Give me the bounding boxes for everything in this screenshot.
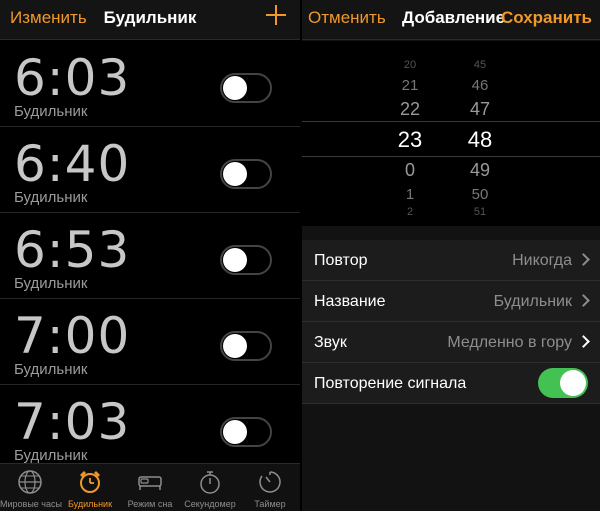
repeat-row[interactable]: Повтор Никогда: [302, 240, 600, 281]
minute-option: 50: [471, 186, 489, 203]
add-alarm-button[interactable]: [264, 3, 288, 27]
hour-option: 20: [403, 59, 417, 71]
alarm-label: Будильник: [14, 361, 88, 378]
minute-option: 51: [473, 206, 487, 218]
alarm-toggle[interactable]: [220, 417, 272, 447]
tab-label: Будильник: [67, 499, 113, 509]
empty-area: [302, 408, 600, 511]
tab-bedtime[interactable]: Режим сна: [120, 464, 180, 511]
tab-bar: Мировые часы Будильник Режим сна Секундо…: [0, 463, 300, 511]
repeat-value: Никогда: [512, 252, 572, 269]
alarm-row[interactable]: 7:03 Будильник: [0, 385, 300, 471]
alarm-label: Будильник: [14, 103, 88, 120]
chevron-right-icon: [577, 335, 590, 348]
cancel-button[interactable]: Отменить: [308, 8, 386, 28]
sound-row[interactable]: Звук Медленно в гору: [302, 322, 600, 363]
alarm-row[interactable]: 6:03 Будильник: [0, 41, 300, 127]
alarm-list-screen: Изменить Будильник 6:03 Будильник 6:40 Б…: [0, 0, 300, 511]
name-label: Название: [314, 293, 386, 310]
snooze-label: Повторение сигнала: [314, 375, 467, 392]
alarm-label: Будильник: [14, 189, 88, 206]
nav-bar: Отменить Добавление Сохранить: [302, 0, 600, 40]
alarm-row[interactable]: 7:00 Будильник: [0, 299, 300, 385]
hour-option: 1: [405, 186, 415, 203]
bed-icon: [138, 476, 162, 490]
minute-option: 49: [469, 160, 491, 180]
hour-option: 2: [406, 206, 414, 218]
tab-world-clock[interactable]: Мировые часы: [0, 464, 62, 511]
alarm-toggle[interactable]: [220, 331, 272, 361]
alarm-toggle[interactable]: [220, 73, 272, 103]
sound-label: Звук: [314, 334, 347, 351]
tab-stopwatch[interactable]: Секундомер: [180, 464, 240, 511]
timer-icon: [259, 471, 281, 493]
snooze-row: Повторение сигнала: [302, 363, 600, 404]
add-alarm-screen: Отменить Добавление Сохранить 20 21 22 2…: [302, 0, 600, 511]
alarm-toggle[interactable]: [220, 159, 272, 189]
sound-value: Медленно в гору: [447, 334, 572, 351]
hour-option: 21: [401, 77, 419, 94]
alarm-label: Будильник: [14, 275, 88, 292]
tab-alarm[interactable]: Будильник: [60, 464, 120, 511]
snooze-toggle[interactable]: [538, 368, 588, 398]
alarm-time: 7:03: [14, 393, 131, 451]
tab-label: Таймер: [254, 499, 286, 509]
toggle-knob: [560, 370, 586, 396]
hour-option: 22: [399, 99, 421, 119]
tab-label: Мировые часы: [0, 499, 62, 509]
hour-option: 0: [404, 160, 415, 180]
time-picker[interactable]: 20 21 22 23 0 1 2 45 46 47 48 49 50 51: [302, 41, 600, 226]
alarm-row[interactable]: 6:53 Будильник: [0, 213, 300, 299]
alarm-list: 6:03 Будильник 6:40 Будильник 6:53 Будил…: [0, 41, 300, 471]
alarm-time: 7:00: [14, 307, 131, 365]
minute-option: 45: [473, 59, 487, 71]
globe-icon: [18, 470, 42, 494]
page-title: Добавление: [402, 8, 506, 27]
minute-option: 47: [469, 99, 491, 119]
alarm-toggle[interactable]: [220, 245, 272, 275]
toggle-knob: [223, 162, 247, 186]
alarm-time: 6:03: [14, 49, 131, 107]
page-title: Будильник: [103, 8, 197, 27]
chevron-right-icon: [577, 253, 590, 266]
alarm-time: 6:53: [14, 221, 131, 279]
stopwatch-icon: [200, 471, 220, 494]
alarm-time: 6:40: [14, 135, 131, 193]
save-button[interactable]: Сохранить: [501, 8, 592, 28]
minute-option: 46: [471, 77, 489, 94]
toggle-knob: [223, 420, 247, 444]
nav-bar: Изменить Будильник: [0, 0, 300, 40]
alarm-row[interactable]: 6:40 Будильник: [0, 127, 300, 213]
tab-label: Режим сна: [127, 499, 173, 509]
alarm-label: Будильник: [14, 447, 88, 464]
toggle-knob: [223, 248, 247, 272]
repeat-label: Повтор: [314, 252, 368, 269]
name-row[interactable]: Название Будильник: [302, 281, 600, 322]
toggle-knob: [223, 334, 247, 358]
alarm-clock-icon: [80, 471, 100, 493]
name-value: Будильник: [493, 293, 572, 310]
tab-timer[interactable]: Таймер: [240, 464, 300, 511]
minute-option-selected: 48: [467, 127, 493, 152]
alarm-settings: Повтор Никогда Название Будильник Звук М…: [302, 240, 600, 404]
toggle-knob: [223, 76, 247, 100]
chevron-right-icon: [577, 294, 590, 307]
tab-label: Секундомер: [184, 499, 236, 509]
hour-option-selected: 23: [397, 127, 423, 152]
